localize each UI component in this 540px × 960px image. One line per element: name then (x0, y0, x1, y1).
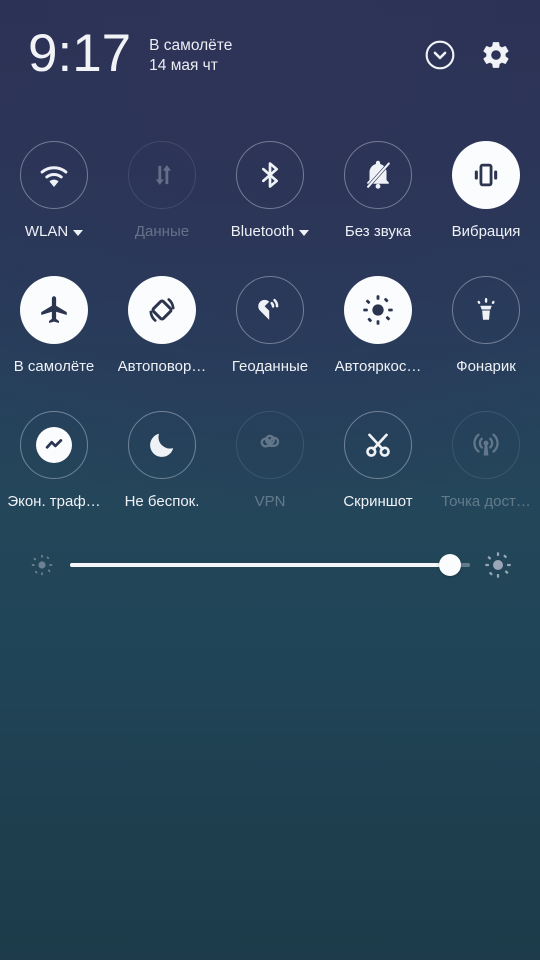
data-saver-icon (36, 427, 72, 463)
tile-wlan-label: WLAN (24, 224, 84, 239)
tile-auto-brightness-label: Автояркос… (335, 359, 422, 374)
tile-label-text: Геоданные (231, 359, 309, 374)
tile-location[interactable]: Геоданные (216, 269, 324, 404)
tile-label-text: Данные (134, 224, 190, 239)
tile-wlan-circle[interactable] (20, 141, 88, 209)
wifi-icon (37, 158, 71, 192)
tile-bluetooth[interactable]: Bluetooth (216, 134, 324, 269)
tile-screenshot[interactable]: Скриншот (324, 404, 432, 539)
scissors-icon (362, 429, 394, 461)
tile-silent-circle[interactable] (344, 141, 412, 209)
tile-row-2: В самолёте Автоповор… Геоданные Автоярко… (0, 269, 540, 404)
tile-vibration-circle[interactable] (452, 141, 520, 209)
tile-label-text: Без звука (344, 224, 412, 239)
collapse-panel-button[interactable] (418, 33, 462, 77)
tile-label-text: Точка дост… (441, 494, 531, 509)
quick-settings-panel: 9:17 В самолёте 14 мая чт WLAN Данные Bl… (0, 0, 540, 960)
brightness-control (0, 543, 540, 587)
tile-data-saver-circle[interactable] (20, 411, 88, 479)
hotspot-icon (471, 430, 501, 460)
tile-mobile-data-label: Данные (135, 224, 189, 239)
tile-row-1: WLAN Данные Bluetooth Без звука Вибрация (0, 134, 540, 269)
tile-airplane-mode[interactable]: В самолёте (0, 269, 108, 404)
tile-mobile-data[interactable]: Данные (108, 134, 216, 269)
brightness-high-icon (478, 545, 518, 585)
tile-data-saver-label: Экон. траф… (7, 494, 100, 509)
tile-row-3: Экон. траф… Не беспок. VPN Скриншот Точк… (0, 404, 540, 539)
tile-do-not-disturb-label: Не беспок. (125, 494, 200, 509)
tile-label-text: Автоповор… (117, 359, 207, 374)
quick-settings-tiles: WLAN Данные Bluetooth Без звука Вибрация… (0, 134, 540, 539)
tile-label-text: Автояркос… (334, 359, 422, 374)
tile-auto-rotate[interactable]: Автоповор… (108, 269, 216, 404)
tile-vibration-label: Вибрация (452, 224, 521, 239)
status-header: 9:17 В самолёте 14 мая чт (0, 0, 540, 110)
tile-label-text: WLAN (24, 224, 69, 239)
settings-button[interactable] (474, 33, 518, 77)
tile-screenshot-circle[interactable] (344, 411, 412, 479)
tile-vibration[interactable]: Вибрация (432, 134, 540, 269)
tile-vpn[interactable]: VPN (216, 404, 324, 539)
mobile-data-icon (146, 159, 178, 191)
tile-bluetooth-circle[interactable] (236, 141, 304, 209)
tile-silent[interactable]: Без звука (324, 134, 432, 269)
tile-flashlight[interactable]: Фонарик (432, 269, 540, 404)
location-icon (254, 294, 286, 326)
tile-do-not-disturb-circle[interactable] (128, 411, 196, 479)
tile-airplane-mode-circle[interactable] (20, 276, 88, 344)
tile-data-saver[interactable]: Экон. траф… (0, 404, 108, 539)
tile-flashlight-circle[interactable] (452, 276, 520, 344)
auto-brightness-icon (361, 293, 395, 327)
tile-screenshot-label: Скриншот (343, 494, 412, 509)
date-label: 14 мая чт (149, 57, 218, 74)
tile-auto-brightness[interactable]: Автояркос… (324, 269, 432, 404)
tile-hotspot[interactable]: Точка дост… (432, 404, 540, 539)
clock-time: 9:17 (28, 23, 132, 83)
flashlight-icon (471, 295, 501, 325)
tile-label-text: Фонарик (456, 359, 516, 374)
tile-label-text: Экон. траф… (7, 494, 101, 509)
tile-hotspot-circle[interactable] (452, 411, 520, 479)
tile-do-not-disturb[interactable]: Не беспок. (108, 404, 216, 539)
tile-label-text: В самолёте (13, 359, 95, 374)
brightness-low-icon (22, 545, 62, 585)
chevron-down-icon[interactable] (73, 229, 84, 236)
tile-bluetooth-label: Bluetooth (230, 224, 310, 239)
tile-vpn-circle[interactable] (236, 411, 304, 479)
tile-location-circle[interactable] (236, 276, 304, 344)
vibration-icon (470, 159, 502, 191)
vpn-key-icon (255, 430, 285, 460)
tile-auto-rotate-circle[interactable] (128, 276, 196, 344)
chevron-down-icon[interactable] (299, 229, 310, 236)
tile-label-text: Bluetooth (230, 224, 295, 239)
tile-wlan[interactable]: WLAN (0, 134, 108, 269)
tile-silent-label: Без звука (345, 224, 411, 239)
brightness-slider-fill (70, 563, 450, 567)
brightness-slider[interactable] (70, 545, 470, 585)
gear-icon (480, 39, 512, 71)
tile-airplane-mode-label: В самолёте (14, 359, 94, 374)
chevron-down-circle-icon (424, 39, 456, 71)
airplane-icon (37, 293, 71, 327)
tile-vpn-label: VPN (255, 494, 286, 509)
tile-label-text: Не беспок. (124, 494, 200, 509)
brightness-slider-thumb[interactable] (439, 554, 461, 576)
bell-muted-icon (361, 158, 395, 192)
tile-auto-brightness-circle[interactable] (344, 276, 412, 344)
auto-rotate-icon (145, 293, 179, 327)
status-date-block: В самолёте 14 мая чт (149, 37, 232, 75)
tile-label-text: Скриншот (343, 494, 413, 509)
carrier-status-label: В самолёте (149, 36, 233, 54)
tile-mobile-data-circle[interactable] (128, 141, 196, 209)
tile-flashlight-label: Фонарик (456, 359, 516, 374)
tile-label-text: Вибрация (451, 224, 521, 239)
bluetooth-icon (254, 159, 286, 191)
tile-label-text: VPN (254, 494, 286, 509)
do-not-disturb-icon (146, 429, 178, 461)
tile-auto-rotate-label: Автоповор… (118, 359, 207, 374)
tile-location-label: Геоданные (232, 359, 308, 374)
tile-hotspot-label: Точка дост… (441, 494, 531, 509)
